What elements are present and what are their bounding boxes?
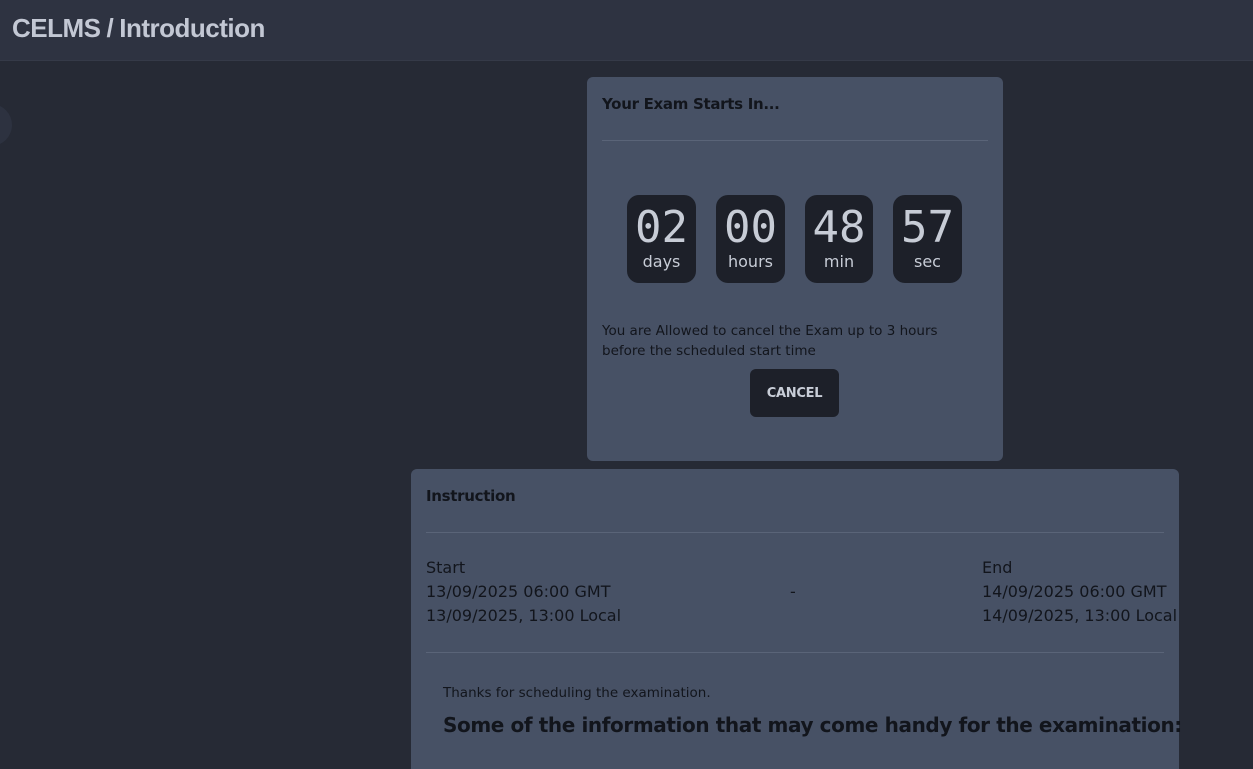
divider xyxy=(426,652,1164,653)
schedule-end: End 14/09/2025 06:00 GMT 14/09/2025, 13:… xyxy=(982,556,1177,628)
cancel-exam-button[interactable]: CANCEL xyxy=(750,369,839,417)
countdown-days-label: days xyxy=(642,252,681,271)
countdown-minutes: 48 min xyxy=(805,195,873,283)
countdown-days-value: 02 xyxy=(635,202,688,253)
breadcrumb-app[interactable]: CELMS xyxy=(12,13,101,43)
countdown-seconds-label: sec xyxy=(914,252,941,271)
start-label: Start xyxy=(426,558,466,577)
thanks-message: Thanks for scheduling the examination. xyxy=(443,685,711,701)
info-heading: Some of the information that may come ha… xyxy=(443,713,1182,737)
schedule-start: Start 13/09/2025 06:00 GMT 13/09/2025, 1… xyxy=(426,556,621,628)
start-gmt: 13/09/2025 06:00 GMT xyxy=(426,582,611,601)
end-label: End xyxy=(982,558,1013,577)
exam-countdown-card: Your Exam Starts In... 02 days 00 hours … xyxy=(587,77,1003,461)
countdown-minutes-value: 48 xyxy=(812,202,866,253)
schedule-separator: - xyxy=(790,582,796,601)
end-gmt: 14/09/2025 06:00 GMT xyxy=(982,582,1167,601)
countdown-hours-value: 00 xyxy=(724,202,777,253)
breadcrumb: CELMS / Introduction xyxy=(12,13,265,44)
countdown-days: 02 days xyxy=(627,195,696,283)
countdown-minutes-label: min xyxy=(823,252,855,271)
top-bar: CELMS / Introduction xyxy=(0,0,1253,61)
cancel-policy-note: You are Allowed to cancel the Exam up to… xyxy=(602,323,938,359)
divider xyxy=(602,140,988,141)
start-local: 13/09/2025, 13:00 Local xyxy=(426,606,622,625)
breadcrumb-separator: / xyxy=(106,13,114,43)
countdown-seconds-value: 57 xyxy=(901,202,954,253)
countdown-hours-label: hours xyxy=(728,252,773,271)
exam-countdown-title: Your Exam Starts In... xyxy=(602,95,780,113)
breadcrumb-current-page: Introduction xyxy=(119,13,265,43)
divider xyxy=(426,532,1164,533)
instruction-card: Instruction Start 13/09/2025 06:00 GMT 1… xyxy=(411,469,1182,769)
sidebar-toggle-button[interactable] xyxy=(0,104,12,146)
end-local: 14/09/2025, 13:00 Local xyxy=(982,606,1178,625)
countdown-hours: 00 hours xyxy=(716,195,785,283)
countdown-seconds: 57 sec xyxy=(893,195,962,283)
instruction-title: Instruction xyxy=(426,487,516,505)
